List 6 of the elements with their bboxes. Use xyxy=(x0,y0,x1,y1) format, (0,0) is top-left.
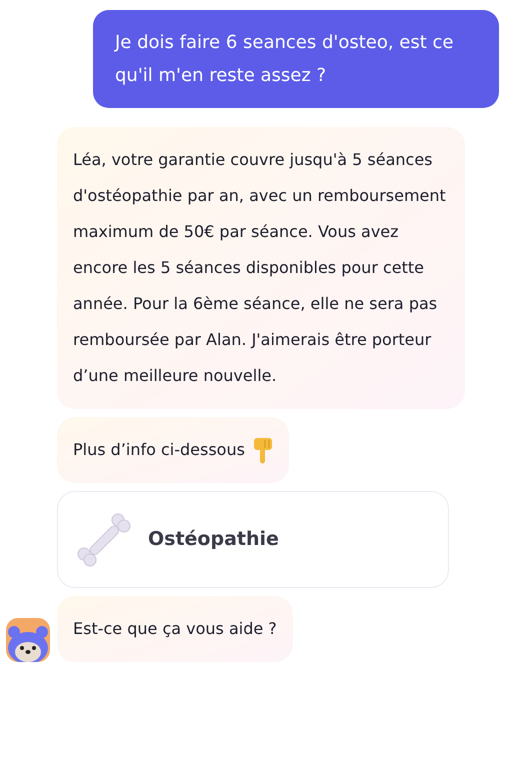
user-message: Je dois faire 6 seances d'osteo, est ce qu'il m'en reste assez ? xyxy=(93,10,499,108)
assistant-message: Est-ce que ça vous aide ? xyxy=(57,596,293,662)
topic-card[interactable]: Ostéopathie xyxy=(57,491,449,588)
assistant-message: Léa, votre garantie couvre jusqu'à 5 séances d'ostéopathie par an, avec un remboursement maximum de 50€ par séance. Vous avez encore les 5 séances disponibles pour cette année. Pour la 6ème séance, elle ne sera pas remboursée par Alan. J'aimerais être porteur d’une meilleure nouvelle. xyxy=(57,127,465,409)
bear-avatar-icon xyxy=(6,618,50,662)
assistant-message: Plus d’info ci-dessous xyxy=(57,417,289,483)
